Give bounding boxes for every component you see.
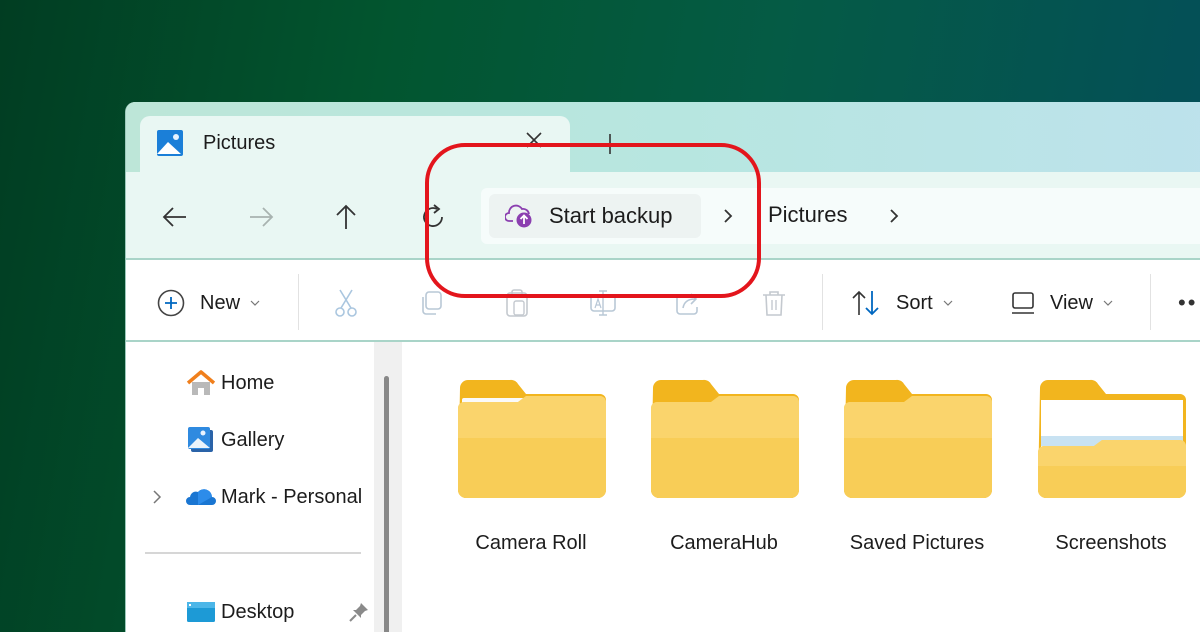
sort-icon [852, 290, 879, 316]
start-backup-label: Start backup [549, 203, 673, 228]
command-toolbar: New Sort View •• [126, 260, 1200, 342]
sort-button[interactable]: Sort [850, 286, 953, 320]
sidebar-divider [145, 552, 361, 554]
more-icon: •• [1178, 290, 1198, 315]
refresh-button[interactable] [418, 202, 448, 232]
desktop-icon [187, 602, 215, 622]
toolbar-divider [1150, 274, 1151, 330]
folder-label: Screenshots [1055, 532, 1167, 554]
chevron-right-icon[interactable] [719, 204, 737, 228]
trash-icon[interactable] [760, 288, 788, 318]
sidebar-item-gallery[interactable]: Gallery [126, 420, 376, 460]
view-icon [1012, 292, 1034, 314]
folder-item[interactable]: Camera Roll [446, 378, 616, 558]
onedrive-cloud-icon [186, 489, 216, 505]
copy-icon[interactable] [417, 288, 445, 318]
folder-label: Saved Pictures [849, 532, 985, 554]
sidebar-label: Desktop [221, 600, 295, 623]
folder-screenshot-icon [1038, 379, 1186, 498]
new-button[interactable]: New [156, 286, 260, 320]
folder-label: Camera Roll [475, 532, 587, 554]
breadcrumb-pictures[interactable]: Pictures [768, 202, 847, 228]
arrow-left-icon [162, 207, 186, 227]
gallery-icon [188, 427, 213, 452]
plus-icon[interactable] [598, 132, 622, 156]
sidebar-label: Home [221, 371, 275, 394]
folder-item[interactable]: Screenshots [1026, 378, 1196, 558]
toolbar-divider [298, 274, 299, 330]
view-button[interactable]: View [1010, 286, 1113, 320]
chevron-down-icon [943, 300, 953, 306]
folder-label: CameraHub [670, 532, 778, 554]
sidebar-label: Mark - Personal [221, 485, 363, 508]
address-bar[interactable]: Start backup Pictures [481, 188, 1200, 244]
up-button[interactable] [331, 202, 361, 232]
refresh-icon [423, 204, 443, 227]
more-options-button[interactable]: •• [1178, 286, 1197, 320]
home-icon [186, 370, 216, 395]
navigation-pane: Home Gallery Mark - Personal Desktop [126, 342, 388, 632]
scissors-icon[interactable] [332, 288, 360, 318]
back-button[interactable] [160, 202, 190, 232]
sidebar-scrollbar[interactable] [374, 342, 402, 632]
share-icon[interactable] [674, 288, 702, 318]
cloud-upload-icon [505, 204, 532, 228]
new-label: New [200, 291, 241, 314]
arrow-up-icon [336, 204, 356, 229]
sidebar-item-desktop[interactable]: Desktop [126, 592, 376, 632]
folder-item[interactable]: Saved Pictures [832, 378, 1002, 558]
folder-icon [651, 379, 799, 498]
sidebar-label: Gallery [221, 428, 285, 451]
navigation-bar: Start backup Pictures [126, 172, 1200, 260]
sidebar-item-onedrive[interactable]: Mark - Personal [126, 477, 376, 517]
arrow-right-icon [250, 207, 274, 227]
forward-button[interactable] [246, 202, 276, 232]
sidebar-item-home[interactable]: Home [126, 363, 376, 403]
file-explorer-window: Pictures Start backup Pictures New Sort … [125, 102, 1200, 632]
tab-strip: Pictures [126, 102, 1200, 174]
clipboard-icon[interactable] [503, 288, 531, 318]
rename-icon[interactable] [589, 288, 617, 318]
view-label: View [1050, 291, 1093, 314]
tab-title: Pictures [203, 132, 276, 154]
folder-icon [844, 379, 992, 498]
folder-icon [458, 379, 606, 498]
sort-label: Sort [896, 291, 933, 314]
scrollbar-thumb[interactable] [384, 376, 389, 632]
pictures-icon [157, 130, 183, 156]
chevron-right-icon[interactable] [150, 488, 164, 506]
chevron-down-icon [250, 300, 260, 306]
toolbar-divider [822, 274, 823, 330]
folder-view: Camera Roll CameraHub Saved Pictures Scr… [404, 342, 1200, 632]
chevron-right-icon[interactable] [885, 204, 903, 228]
plus-circle-icon [157, 289, 185, 317]
close-icon[interactable] [520, 126, 548, 154]
chevron-down-icon [1103, 300, 1113, 306]
tab-pictures[interactable]: Pictures [140, 116, 570, 174]
pin-icon[interactable] [348, 601, 370, 623]
folder-item[interactable]: CameraHub [639, 378, 809, 558]
start-backup-button[interactable]: Start backup [489, 194, 701, 238]
